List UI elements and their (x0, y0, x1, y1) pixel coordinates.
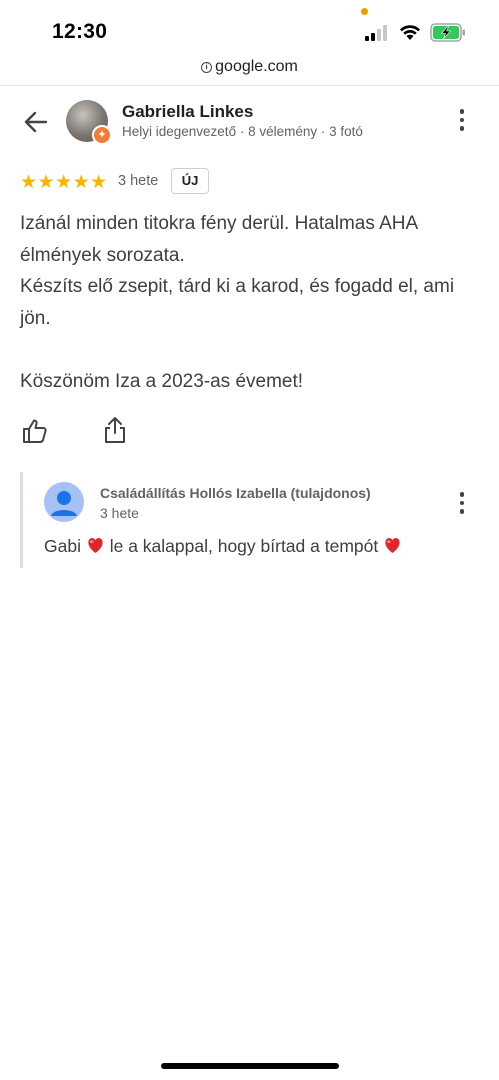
reply-text-part: le a kalappal, hogy bírtad a tempót (109, 536, 379, 556)
signal-icon (365, 25, 387, 41)
heart-icon (385, 537, 400, 554)
author-meta: Helyi idegenvezető · 8 vélemény · 3 fotó (122, 124, 363, 139)
rating-stars: ★★★★★ (20, 172, 108, 193)
review-text: Izánál minden titokra fény derül. Hatalm… (20, 208, 480, 397)
reply-text-part: Gabi (44, 536, 81, 556)
owner-reply-text: Gabi le a kalappal, hogy bírtad a tempót (44, 536, 402, 557)
review-line: Köszönöm Iza a 2023-as évemet! (20, 370, 304, 392)
wifi-icon (400, 25, 420, 40)
more-vert-icon[interactable] (452, 492, 472, 518)
review-time: 3 hete (118, 173, 159, 189)
heart-icon (88, 537, 103, 554)
review-line: Izánál minden titokra fény derül. Hatalm… (20, 213, 418, 266)
owner-reply-time: 3 hete (100, 505, 139, 521)
thumbs-up-icon[interactable] (21, 417, 49, 445)
share-icon[interactable] (102, 416, 128, 444)
url-bar[interactable]: i google.com (0, 58, 499, 86)
home-indicator[interactable] (161, 1063, 339, 1069)
owner-avatar-icon[interactable] (44, 482, 84, 522)
review-line: Készíts elő zsepit, tárd ki a karod, és … (20, 276, 455, 329)
url-text: google.com (215, 58, 298, 75)
author-name[interactable]: Gabriella Linkes (122, 102, 253, 122)
info-icon[interactable]: i (201, 62, 213, 73)
url-display[interactable]: i google.com (0, 58, 499, 76)
local-guide-badge-icon: ✦ (92, 125, 112, 145)
review-line (20, 334, 480, 366)
new-badge: ÚJ (171, 168, 209, 194)
back-arrow-icon[interactable] (22, 108, 50, 136)
privacy-indicator-dot (361, 8, 368, 15)
battery-charging-icon (430, 23, 465, 42)
status-bar: 12:30 (0, 0, 499, 58)
status-time: 12:30 (52, 20, 108, 43)
owner-name: Családállítás Hollós Izabella (tulajdono… (100, 485, 371, 501)
more-vert-icon[interactable] (452, 109, 472, 135)
